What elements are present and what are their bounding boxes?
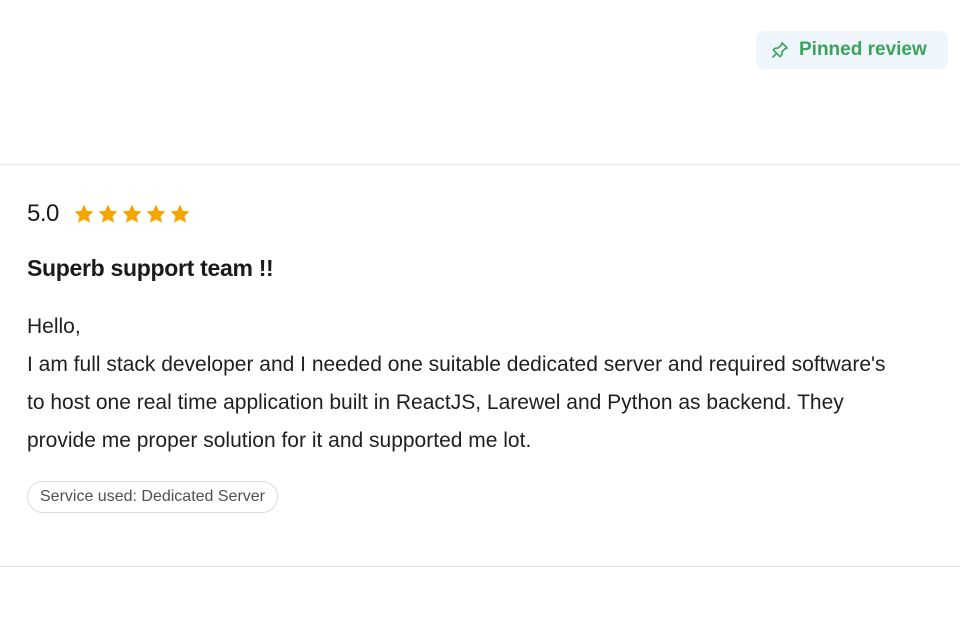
- star-icon: [121, 203, 143, 225]
- review-greeting: Hello,: [27, 315, 81, 338]
- star-rating: [73, 203, 191, 225]
- star-icon: [169, 203, 191, 225]
- rating-value: 5.0: [27, 200, 59, 227]
- star-icon: [73, 203, 95, 225]
- service-used-tag: Service used: Dedicated Server: [27, 481, 278, 513]
- star-icon: [145, 203, 167, 225]
- top-divider: [0, 164, 960, 165]
- review-title: Superb support team !!: [27, 255, 274, 281]
- pinned-review-label: Pinned review: [799, 39, 927, 60]
- pin-icon: [770, 40, 790, 60]
- bottom-divider: [0, 566, 960, 567]
- star-icon: [97, 203, 119, 225]
- pinned-review-badge: Pinned review: [756, 31, 948, 69]
- review-body: Hello, I am full stack developer and I n…: [27, 308, 907, 460]
- rating-row: 5.0: [27, 200, 191, 228]
- review-text: I am full stack developer and I needed o…: [27, 353, 886, 452]
